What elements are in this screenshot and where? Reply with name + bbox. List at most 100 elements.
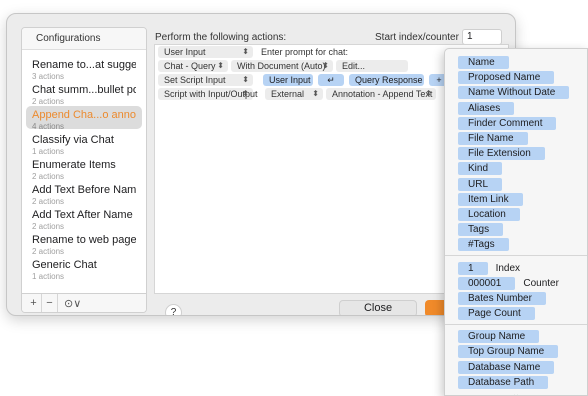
configuration-name: Enumerate Items <box>32 159 116 171</box>
configuration-action-count: 3 actions <box>32 72 65 81</box>
actions-header: Perform the following actions: <box>155 32 287 43</box>
configuration-item[interactable]: Classify via Chat 1 actions <box>26 131 142 156</box>
menu-item[interactable]: Proposed Name <box>445 70 587 85</box>
action-option-select[interactable]: With Document (Auto) ⬍ <box>231 60 333 72</box>
configuration-name: Classify via Chat <box>32 134 114 146</box>
action-type-select[interactable]: Script with Input/Output ⬍ <box>158 88 258 100</box>
action-type-select[interactable]: User Input ⬍ <box>158 46 253 58</box>
configuration-action-count: 1 actions <box>32 147 65 156</box>
menu-item[interactable]: Finder Comment <box>445 116 587 131</box>
action-option-label: With Document (Auto) <box>237 61 326 71</box>
configuration-item[interactable]: Rename to...at suggestion 3 actions <box>26 56 142 81</box>
select-chevron-icon: ⬍ <box>242 75 249 84</box>
placeholder-token: Top Group Name <box>458 345 559 359</box>
menu-item[interactable]: Location <box>445 207 587 222</box>
placeholder-token: Item Link <box>458 192 523 206</box>
select-chevron-icon: ⬍ <box>322 61 329 70</box>
add-configuration-button[interactable]: + <box>26 293 42 312</box>
placeholder-token: Location <box>458 207 520 221</box>
placeholder-token: Proposed Name <box>458 71 555 85</box>
configurations-list: Rename to...at suggestion 3 actions Chat… <box>22 50 146 281</box>
configuration-action-count: 2 actions <box>32 97 65 106</box>
select-chevron-icon: ⬍ <box>425 89 432 98</box>
menu-item[interactable]: Tags <box>445 222 587 237</box>
help-button[interactable]: ? <box>165 304 182 315</box>
menu-separator <box>445 324 587 326</box>
token-user-input[interactable]: User Input <box>263 74 313 86</box>
action-option-select[interactable]: External ⬍ <box>265 88 323 100</box>
script-select[interactable]: Annotation - Append Text ⬍ <box>326 88 436 100</box>
placeholder-token: Bates Number <box>458 291 546 305</box>
placeholder-token: URL <box>458 177 503 191</box>
configuration-action-count: 4 actions <box>32 122 65 131</box>
configuration-item[interactable]: Chat summ...bullet points 2 actions <box>26 81 142 106</box>
placeholder-token: #Tags <box>458 238 509 252</box>
configuration-name: Rename to...at suggestion <box>32 59 136 71</box>
action-type-label: Chat - Query <box>164 61 216 71</box>
menu-item[interactable]: Page Count <box>445 306 587 321</box>
menu-item[interactable]: Name <box>445 55 587 70</box>
placeholder-token: Finder Comment <box>458 116 557 130</box>
menu-item[interactable]: 000001 Counter <box>445 276 587 291</box>
select-chevron-icon: ⬍ <box>217 61 224 70</box>
placeholder-token: File Extension <box>458 147 545 161</box>
configurations-panel: Configurations Rename to...at suggestion… <box>21 27 147 313</box>
configuration-item-selected[interactable]: Append Cha...o annotation 4 actions <box>26 106 142 131</box>
placeholder-token: 000001 <box>458 276 516 290</box>
placeholder-token: Tags <box>458 223 504 237</box>
action-type-select[interactable]: Set Script Input ⬍ <box>158 74 253 86</box>
prompt-text: Enter prompt for chat: <box>261 47 349 57</box>
configuration-action-count: 1 actions <box>32 272 65 281</box>
configuration-item[interactable]: Enumerate Items 2 actions <box>26 156 142 181</box>
close-button[interactable]: Close <box>339 300 417 315</box>
configuration-action-count: 2 actions <box>32 222 65 231</box>
configuration-action-count: 2 actions <box>32 172 65 181</box>
configuration-name: Add Text After Name <box>32 209 133 221</box>
select-chevron-icon: ⬍ <box>242 89 249 98</box>
placeholder-token: Name <box>458 56 509 70</box>
configuration-item[interactable]: Add Text Before Name 2 actions <box>26 181 142 206</box>
menu-item[interactable]: Top Group Name <box>445 344 587 359</box>
configuration-name: Generic Chat <box>32 259 97 271</box>
menu-separator <box>445 255 587 257</box>
configurations-sheet: Configurations Rename to...at suggestion… <box>6 13 516 316</box>
menu-item-label: Index <box>495 262 521 274</box>
placeholder-token: Group Name <box>458 330 540 344</box>
start-index-label: Start index/counter at: <box>375 32 473 43</box>
configuration-item[interactable]: Rename to web page title 2 actions <box>26 231 142 256</box>
remove-configuration-button[interactable]: − <box>42 293 58 312</box>
start-index-field[interactable]: 1 <box>462 29 502 45</box>
configuration-action-count: 2 actions <box>32 197 65 206</box>
placeholder-token: Database Name <box>458 360 555 374</box>
token-return-icon[interactable]: ↵ <box>318 74 344 86</box>
menu-item[interactable]: Bates Number <box>445 291 587 306</box>
menu-item[interactable]: 1 Index <box>445 260 587 275</box>
menu-item[interactable]: Aliases <box>445 101 587 116</box>
menu-item[interactable]: Name Without Date <box>445 85 587 100</box>
menu-item[interactable]: URL <box>445 177 587 192</box>
menu-item[interactable]: Group Name <box>445 329 587 344</box>
menu-item[interactable]: Kind <box>445 161 587 176</box>
action-type-label: Set Script Input <box>164 75 226 85</box>
menu-item[interactable]: #Tags <box>445 237 587 252</box>
action-type-select[interactable]: Chat - Query ⬍ <box>158 60 228 72</box>
select-chevron-icon: ⬍ <box>242 47 249 56</box>
menu-item[interactable]: Item Link <box>445 192 587 207</box>
menu-item[interactable]: File Name <box>445 131 587 146</box>
scroll-down-icon[interactable]: ⌄ <box>445 389 587 395</box>
script-label: Annotation - Append Text <box>332 89 433 99</box>
edit-button[interactable]: Edit... <box>336 60 408 72</box>
menu-item-label: Counter <box>523 277 559 289</box>
menu-item[interactable]: Database Path <box>445 375 587 390</box>
placeholder-token: Kind <box>458 162 503 176</box>
more-options-button[interactable]: ⊙∨ <box>58 297 81 310</box>
menu-item[interactable]: Database Name <box>445 360 587 375</box>
configurations-footer: + − ⊙∨ <box>22 293 146 312</box>
action-option-label: External <box>271 89 305 99</box>
menu-item[interactable]: File Extension <box>445 146 587 161</box>
token-query-response[interactable]: Query Response <box>349 74 424 86</box>
configuration-item[interactable]: Generic Chat 1 actions <box>26 256 142 281</box>
configuration-name: Append Cha...o annotation <box>32 109 136 121</box>
placeholder-token: Aliases <box>458 101 515 115</box>
configuration-item[interactable]: Add Text After Name 2 actions <box>26 206 142 231</box>
